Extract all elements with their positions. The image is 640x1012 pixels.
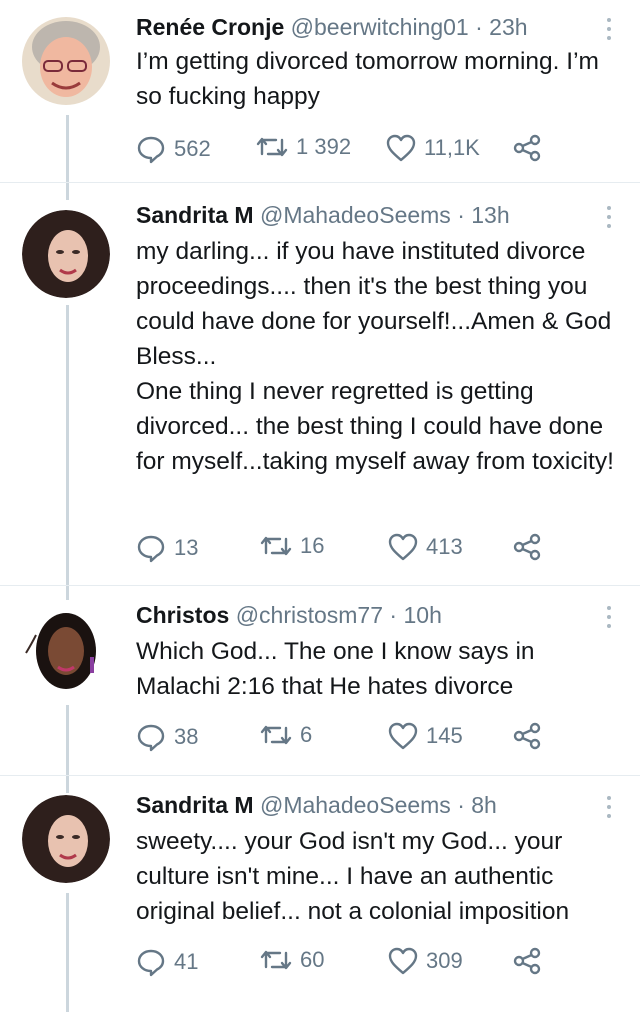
reply-button[interactable]: 41	[136, 947, 198, 977]
share-icon	[513, 947, 541, 975]
separator-dot: ·	[457, 202, 465, 228]
reply-button[interactable]: 38	[136, 722, 198, 752]
timestamp[interactable]: 8h	[471, 792, 497, 818]
reply-count: 13	[174, 535, 199, 560]
like-button[interactable]: 309	[388, 947, 463, 975]
divider	[0, 775, 640, 776]
tweet-actions: 13 16 413	[136, 533, 556, 565]
tweet-text: I’m getting divorced tomorrow morning. I…	[136, 48, 599, 110]
user-handle[interactable]: @christosm77	[236, 602, 383, 628]
reply-button[interactable]: 562	[136, 134, 211, 164]
reply-icon	[137, 136, 165, 164]
retweet-icon	[256, 137, 288, 157]
reply-count: 38	[174, 724, 199, 749]
timestamp[interactable]: 10h	[403, 602, 441, 628]
tweet-header: Renée Cronje @beerwitching01 · 23h	[136, 12, 528, 42]
more-options-icon[interactable]	[606, 206, 612, 233]
user-handle[interactable]: @MahadeoSeems	[260, 792, 451, 818]
share-button[interactable]	[512, 533, 542, 561]
heart-icon	[388, 947, 418, 975]
share-button[interactable]	[512, 722, 542, 750]
reply-count: 41	[174, 949, 199, 974]
more-options-icon[interactable]	[606, 18, 612, 45]
timestamp[interactable]: 13h	[471, 202, 509, 228]
retweet-icon	[260, 536, 292, 556]
display-name[interactable]: Sandrita M	[136, 202, 254, 228]
retweet-button[interactable]: 6	[260, 722, 312, 748]
user-handle[interactable]: @beerwitching01	[291, 14, 469, 40]
heart-icon	[386, 134, 416, 162]
tweet[interactable]: Sandrita M @MahadeoSeems · 8h sweety....…	[0, 790, 640, 1000]
retweet-button[interactable]: 16	[260, 533, 324, 559]
share-button[interactable]	[512, 134, 542, 162]
like-count: 145	[426, 723, 463, 748]
reply-count: 562	[174, 136, 211, 161]
share-button[interactable]	[512, 947, 542, 975]
avatar[interactable]	[22, 605, 110, 693]
tweet-actions: 41 60 309	[136, 947, 556, 979]
share-icon	[513, 134, 541, 162]
like-button[interactable]: 145	[388, 722, 463, 750]
user-handle[interactable]: @MahadeoSeems	[260, 202, 451, 228]
tweet-text: sweety.... your God isn't my God... your…	[136, 828, 570, 925]
like-count: 413	[426, 534, 463, 559]
display-name[interactable]: Renée Cronje	[136, 14, 284, 40]
retweet-count: 6	[300, 722, 313, 747]
retweet-count: 60	[300, 947, 325, 972]
retweet-button[interactable]: 60	[260, 947, 324, 973]
retweet-icon	[260, 950, 292, 970]
tweet[interactable]: Renée Cronje @beerwitching01 · 23h I’m g…	[0, 12, 640, 182]
tweet-header: Christos @christosm77 · 10h	[136, 600, 442, 630]
divider	[0, 585, 640, 586]
heart-icon	[388, 722, 418, 750]
avatar[interactable]	[22, 17, 110, 105]
more-options-icon[interactable]	[606, 606, 612, 633]
avatar[interactable]	[22, 210, 110, 298]
avatar[interactable]	[22, 795, 110, 883]
like-button[interactable]: 413	[388, 533, 463, 561]
share-icon	[513, 533, 541, 561]
like-button[interactable]: 11,1K	[386, 134, 480, 162]
heart-icon	[388, 533, 418, 561]
tweet-header: Sandrita M @MahadeoSeems · 8h	[136, 790, 497, 820]
more-options-icon[interactable]	[606, 796, 612, 823]
reply-icon	[137, 724, 165, 752]
divider	[0, 182, 640, 183]
tweet-text: Which God... The one I know says in Mala…	[136, 638, 535, 700]
reply-icon	[137, 535, 165, 563]
retweet-count: 16	[300, 533, 325, 558]
separator-dot: ·	[457, 792, 465, 818]
like-count: 309	[426, 948, 463, 973]
retweet-count: 1 392	[296, 134, 352, 159]
tweet-text: my darling... if you have instituted div…	[136, 238, 614, 475]
display-name[interactable]: Christos	[136, 602, 229, 628]
tweet-actions: 562 1 392 11,1K	[136, 134, 556, 166]
tweet-actions: 38 6 145	[136, 722, 556, 754]
reply-button[interactable]: 13	[136, 533, 198, 563]
tweet[interactable]: Christos @christosm77 · 10h Which God...…	[0, 600, 640, 770]
share-icon	[513, 722, 541, 750]
separator-dot: ·	[475, 14, 483, 40]
tweet[interactable]: Sandrita M @MahadeoSeems · 13h my darlin…	[0, 200, 640, 585]
retweet-button[interactable]: 1 392	[256, 134, 351, 160]
retweet-icon	[260, 725, 292, 745]
like-count: 11,1K	[424, 135, 480, 160]
reply-icon	[137, 949, 165, 977]
separator-dot: ·	[389, 602, 398, 628]
display-name[interactable]: Sandrita M	[136, 792, 254, 818]
tweet-header: Sandrita M @MahadeoSeems · 13h	[136, 200, 510, 230]
timestamp[interactable]: 23h	[489, 14, 527, 40]
